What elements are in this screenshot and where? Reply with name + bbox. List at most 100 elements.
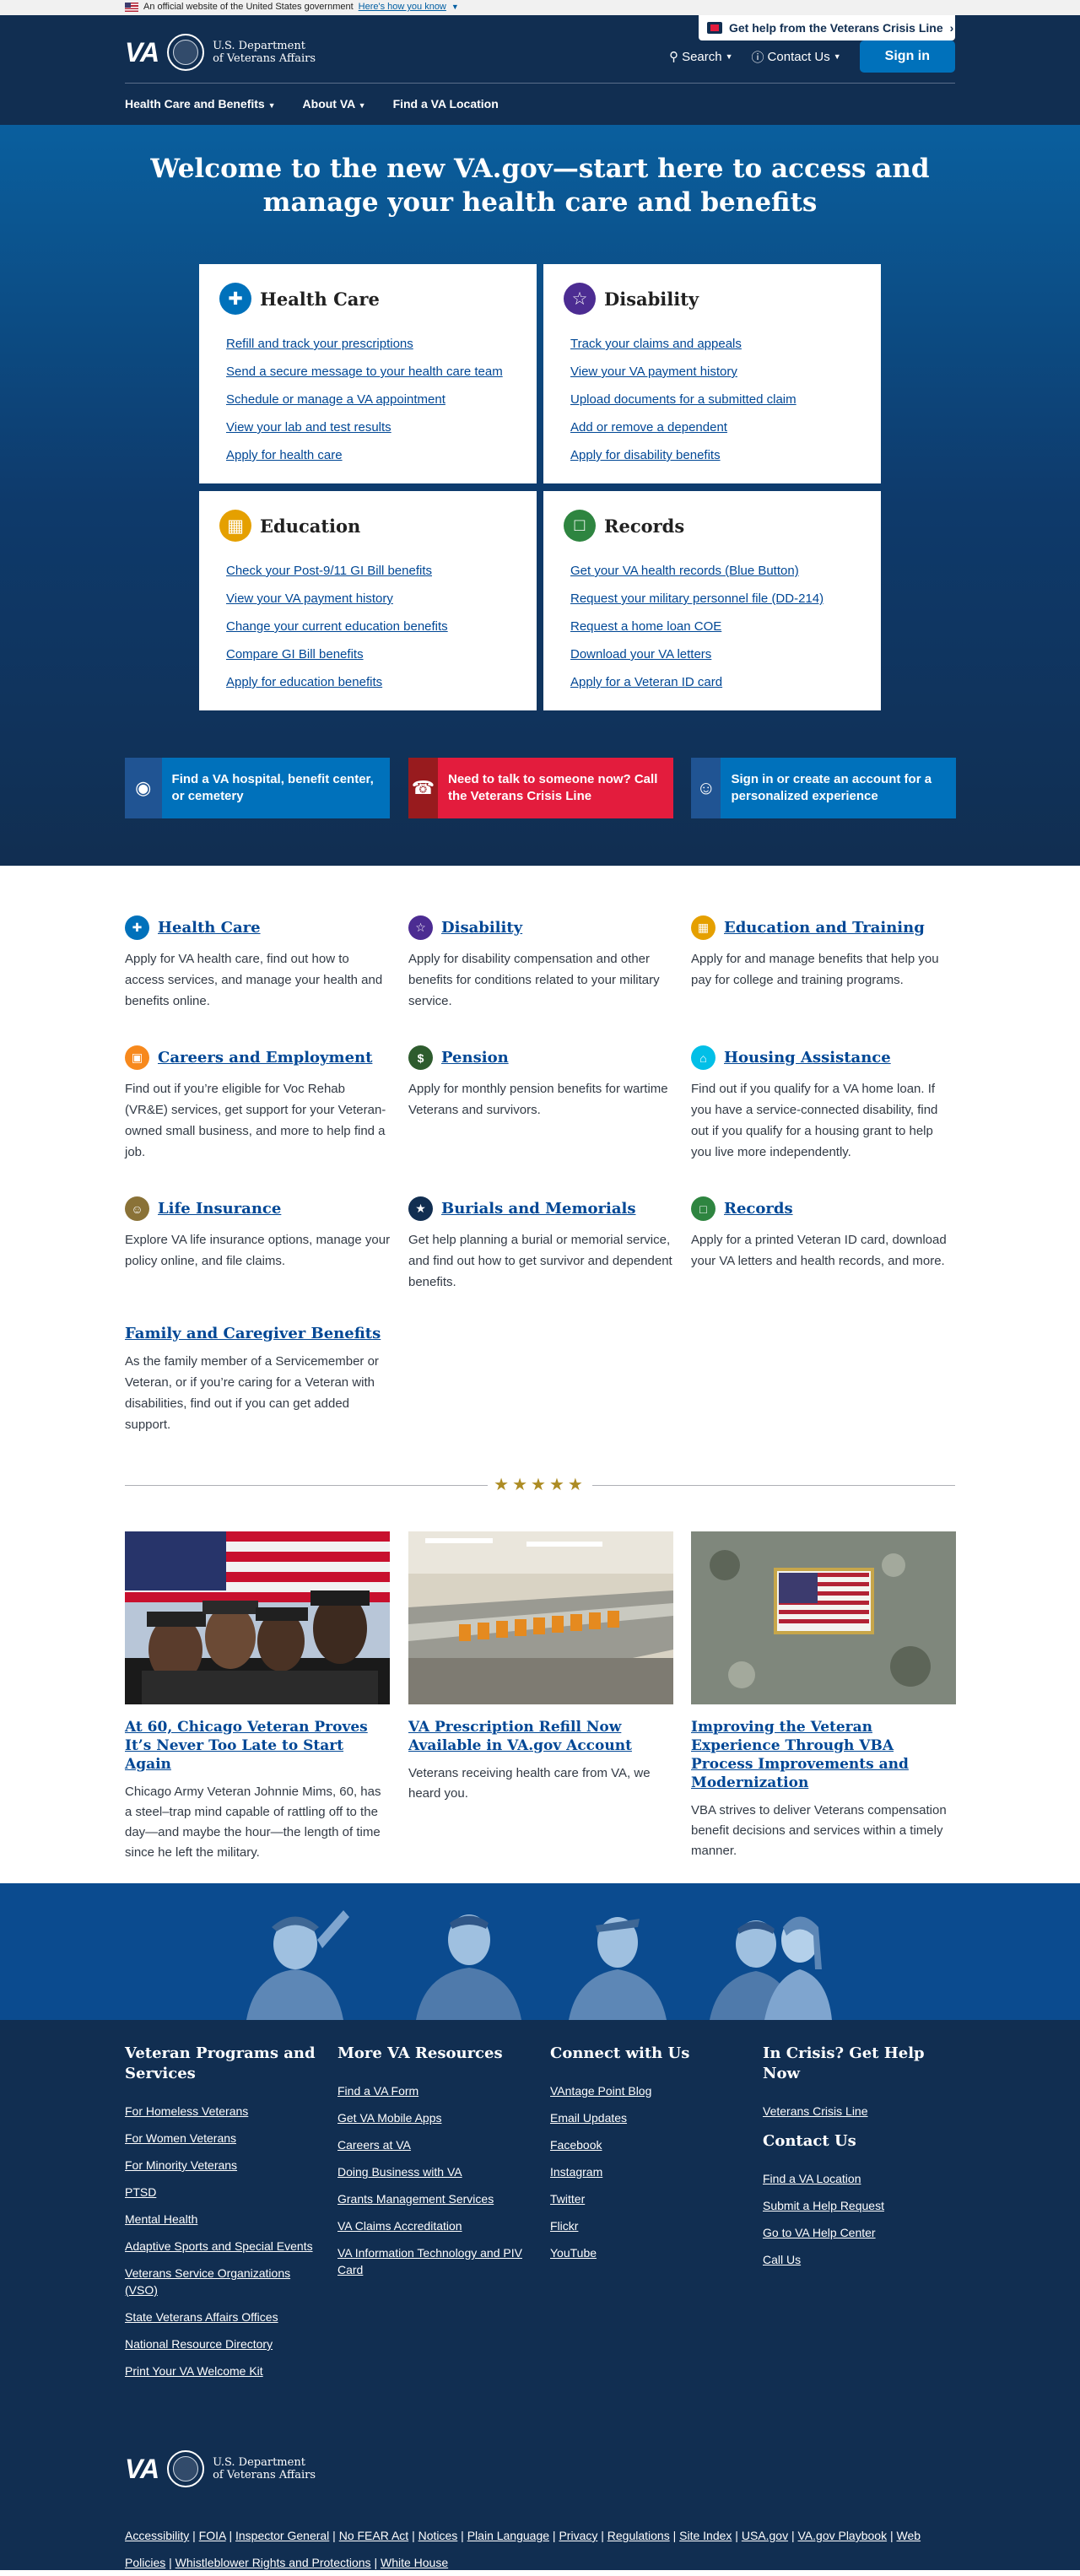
- legal-link[interactable]: Inspector General: [235, 2529, 329, 2542]
- nav-about-va[interactable]: About VA ▼: [303, 97, 366, 111]
- news-title-link[interactable]: VA Prescription Refill Now Available in …: [408, 1719, 632, 1754]
- search-icon: ⚲: [669, 50, 679, 64]
- legal-link[interactable]: USA.gov: [742, 2529, 788, 2542]
- footer-link[interactable]: Email Updates: [550, 2109, 746, 2126]
- legal-link[interactable]: VA.gov Playbook: [798, 2529, 888, 2542]
- card-link[interactable]: Request your military personnel file (DD…: [570, 591, 824, 606]
- chevron-down-icon: ▼: [725, 52, 733, 61]
- footer-va-logo[interactable]: VA U.S. Department of Veterans Affairs: [125, 2450, 316, 2487]
- footer-link[interactable]: Veterans Service Organizations (VSO): [125, 2265, 321, 2298]
- footer-link[interactable]: For Minority Veterans: [125, 2157, 321, 2174]
- card-link[interactable]: Apply for a Veteran ID card: [570, 675, 722, 689]
- legal-link[interactable]: Accessibility: [125, 2529, 189, 2542]
- hub-link[interactable]: Health Care: [158, 919, 261, 937]
- footer-link[interactable]: National Resource Directory: [125, 2336, 321, 2352]
- pharmacy-bottles-photo[interactable]: [408, 1531, 673, 1704]
- card-link[interactable]: Add or remove a dependent: [570, 420, 727, 435]
- card-link[interactable]: Download your VA letters: [570, 647, 711, 662]
- legal-link[interactable]: Site Index: [679, 2529, 732, 2542]
- footer-link[interactable]: Mental Health: [125, 2211, 321, 2228]
- footer-link[interactable]: Careers at VA: [338, 2136, 533, 2153]
- nav-find-location[interactable]: Find a VA Location: [393, 97, 499, 111]
- crisis-line-cta[interactable]: ☎ Need to talk to someone now? Call the …: [408, 758, 673, 818]
- legal-link[interactable]: Notices: [418, 2529, 458, 2542]
- footer-link[interactable]: Find a VA Location: [763, 2170, 958, 2187]
- legal-link[interactable]: No FEAR Act: [339, 2529, 408, 2542]
- crisis-line-icon: [707, 22, 722, 34]
- va-wordmark: VA: [125, 36, 159, 68]
- hub-link[interactable]: Burials and Memorials: [441, 1200, 636, 1218]
- footer-link[interactable]: Grants Management Services: [338, 2190, 533, 2207]
- footer-link[interactable]: YouTube: [550, 2244, 746, 2261]
- flag-patch-photo[interactable]: [691, 1531, 956, 1704]
- footer-link[interactable]: Get VA Mobile Apps: [338, 2109, 533, 2126]
- footer-link[interactable]: VA Information Technology and PIV Card: [338, 2244, 533, 2278]
- card-link[interactable]: Refill and track your prescriptions: [226, 337, 413, 351]
- card-link[interactable]: Track your claims and appeals: [570, 337, 742, 351]
- veterans-with-flag-photo[interactable]: [125, 1531, 390, 1704]
- card-link[interactable]: Send a secure message to your health car…: [226, 365, 503, 379]
- card-link[interactable]: Schedule or manage a VA appointment: [226, 392, 446, 407]
- legal-link[interactable]: Plain Language: [467, 2529, 549, 2542]
- hub-link[interactable]: Records: [724, 1200, 793, 1218]
- legal-link[interactable]: Regulations: [608, 2529, 670, 2542]
- hub-pension: $ Pension Apply for monthly pension benef…: [408, 1045, 674, 1121]
- heres-how-you-know-link[interactable]: Here's how you know: [359, 2, 446, 12]
- card-link[interactable]: View your VA payment history: [570, 365, 737, 379]
- hub-link[interactable]: Careers and Employment: [158, 1049, 372, 1067]
- hub-link[interactable]: Pension: [441, 1049, 509, 1067]
- footer-link[interactable]: Go to VA Help Center: [763, 2224, 958, 2241]
- footer-link[interactable]: Doing Business with VA: [338, 2163, 533, 2180]
- hub-link[interactable]: Housing Assistance: [724, 1049, 891, 1067]
- card-link[interactable]: Request a home loan COE: [570, 619, 721, 634]
- crisis-line-button[interactable]: Get help from the Veterans Crisis Line ›: [699, 15, 955, 41]
- footer-link[interactable]: VA Claims Accreditation: [338, 2217, 533, 2234]
- footer-link[interactable]: Facebook: [550, 2136, 746, 2153]
- hub-link[interactable]: Education and Training: [724, 919, 925, 937]
- search-menu-button[interactable]: ⚲ Search ▼: [669, 49, 733, 65]
- footer-link[interactable]: Adaptive Sports and Special Events: [125, 2238, 321, 2255]
- news-title-link[interactable]: Improving the Veteran Experience Through…: [691, 1719, 909, 1791]
- card-link[interactable]: Upload documents for a submitted claim: [570, 392, 796, 407]
- footer-link[interactable]: VAntage Point Blog: [550, 2082, 746, 2099]
- legal-link[interactable]: Privacy: [559, 2529, 597, 2542]
- hub-link[interactable]: Family and Caregiver Benefits: [125, 1325, 381, 1342]
- crisis-line-icon: ☎: [408, 758, 438, 818]
- official-banner-text: An official website of the United States…: [143, 2, 354, 12]
- hub-link[interactable]: Disability: [441, 919, 522, 937]
- footer-link[interactable]: Instagram: [550, 2163, 746, 2180]
- sign-in-cta[interactable]: ☺ Sign in or create an account for a per…: [691, 758, 956, 818]
- card-link[interactable]: Compare GI Bill benefits: [226, 647, 364, 662]
- nav-health-care-benefits[interactable]: Health Care and Benefits ▼: [125, 97, 276, 111]
- footer-link[interactable]: Call Us: [763, 2251, 958, 2268]
- footer-link[interactable]: Print Your VA Welcome Kit: [125, 2363, 321, 2379]
- footer-link[interactable]: State Veterans Affairs Offices: [125, 2309, 321, 2325]
- news-title-link[interactable]: At 60, Chicago Veteran Proves It’s Never…: [125, 1719, 368, 1773]
- find-location-cta[interactable]: ◉ Find a VA hospital, benefit center, or…: [125, 758, 390, 818]
- footer-link[interactable]: Veterans Crisis Line: [763, 2103, 958, 2120]
- card-link[interactable]: Apply for disability benefits: [570, 448, 721, 462]
- hub-link[interactable]: Life Insurance: [158, 1200, 281, 1218]
- card-link[interactable]: View your lab and test results: [226, 420, 392, 435]
- va-logo[interactable]: VA U.S. Department of Veterans Affairs: [125, 34, 316, 71]
- card-link[interactable]: Apply for education benefits: [226, 675, 382, 689]
- footer-link[interactable]: Submit a Help Request: [763, 2197, 958, 2214]
- contact-menu-button[interactable]: ⓘ Contact Us ▼: [752, 48, 841, 66]
- card-link[interactable]: Change your current education benefits: [226, 619, 448, 634]
- medical-kit-icon: ✚: [125, 915, 149, 940]
- card-link[interactable]: Get your VA health records (Blue Button): [570, 564, 799, 578]
- card-link[interactable]: Apply for health care: [226, 448, 343, 462]
- legal-link[interactable]: Whistleblower Rights and Protections: [176, 2556, 371, 2569]
- footer-link[interactable]: Flickr: [550, 2217, 746, 2234]
- card-link[interactable]: Check your Post-9/11 GI Bill benefits: [226, 564, 432, 578]
- card-link[interactable]: View your VA payment history: [226, 591, 393, 606]
- legal-link[interactable]: FOIA: [199, 2529, 226, 2542]
- legal-link[interactable]: White House: [381, 2556, 448, 2569]
- footer-link[interactable]: PTSD: [125, 2184, 321, 2201]
- footer-link[interactable]: Twitter: [550, 2190, 746, 2207]
- hero-section: Welcome to the new VA.gov—start here to …: [0, 125, 1080, 866]
- footer-link[interactable]: For Women Veterans: [125, 2130, 321, 2147]
- footer-link[interactable]: For Homeless Veterans: [125, 2103, 321, 2120]
- footer-link[interactable]: Find a VA Form: [338, 2082, 533, 2099]
- sign-in-button[interactable]: Sign in: [859, 41, 955, 73]
